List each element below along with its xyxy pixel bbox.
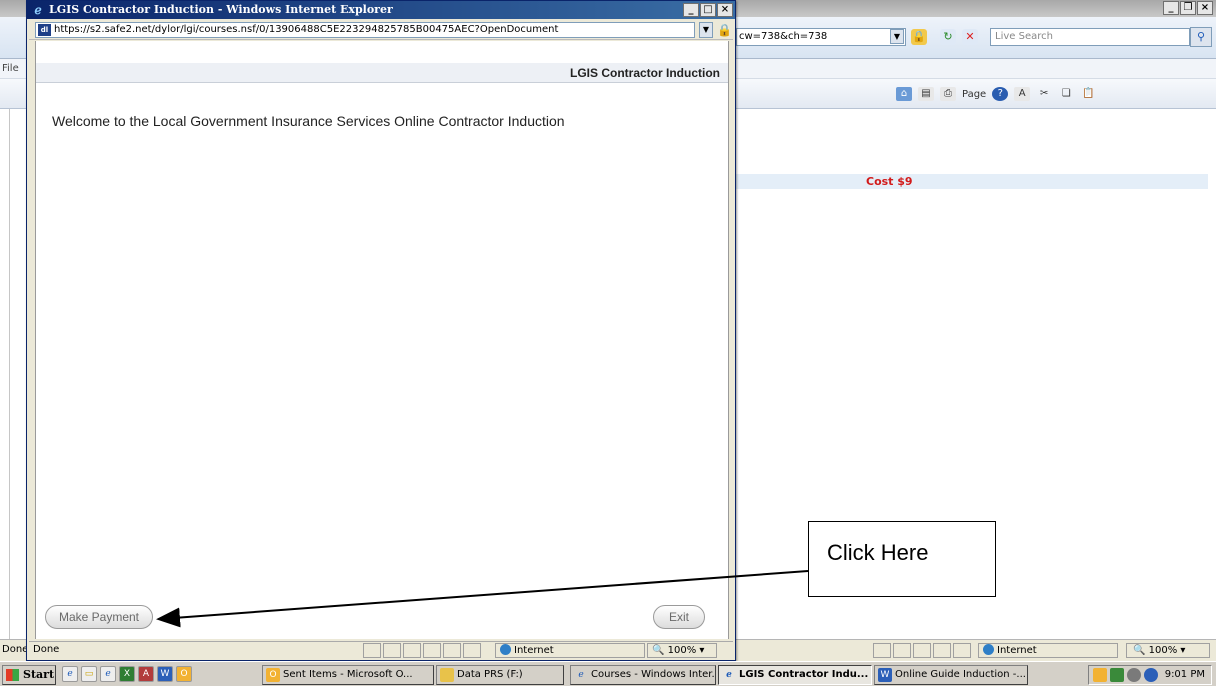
ie-icon: ℯ — [578, 670, 584, 680]
windows-logo-icon — [6, 669, 19, 681]
outlook-icon[interactable]: O — [176, 666, 192, 682]
url-dropdown-icon[interactable]: ▼ — [699, 22, 713, 38]
popup-status-cells — [363, 643, 481, 658]
page-header: LGIS Contractor Induction — [36, 63, 728, 83]
magnifier-icon: 🔍 — [1133, 645, 1146, 656]
lock-icon[interactable]: 🔒 — [911, 29, 927, 45]
taskbar-item[interactable]: ℯ Courses - Windows Inter... — [570, 665, 716, 685]
network-tray-icon[interactable] — [1110, 668, 1124, 682]
command-bar-items: ⌂ ▤ ⎙ Page ? A ✂ ❏ 📋 — [896, 87, 1096, 101]
background-security-zone: Internet — [978, 643, 1118, 658]
popup-url-field[interactable]: dl https://s2.safe2.net/dylor/lgi/course… — [35, 22, 695, 38]
ie-logo-icon: ℯ — [34, 3, 42, 17]
page-header-title: LGIS Contractor Induction — [570, 66, 720, 80]
volume-tray-icon[interactable] — [1127, 668, 1141, 682]
cut-icon[interactable]: ✂ — [1036, 87, 1052, 101]
task-label: Sent Items - Microsoft O... — [283, 669, 413, 680]
clock: 9:01 PM — [1164, 669, 1205, 680]
task-label: Data PRS (F:) — [457, 669, 523, 680]
maximize-icon[interactable]: □ — [700, 3, 716, 17]
copy-icon[interactable]: ❏ — [1058, 87, 1074, 101]
outlook-tray-icon[interactable] — [1093, 668, 1107, 682]
popup-address-bar: dl https://s2.safe2.net/dylor/lgi/course… — [29, 20, 733, 40]
print-icon[interactable]: ⎙ — [940, 87, 956, 101]
ie-icon[interactable]: ℯ — [62, 666, 78, 682]
background-status-cells — [873, 643, 971, 658]
outlook-icon: O — [266, 668, 280, 682]
zone-label: Internet — [997, 645, 1037, 656]
popup-url-text: https://s2.safe2.net/dylor/lgi/courses.n… — [54, 24, 559, 35]
zoom-value: 100% — [667, 645, 697, 656]
taskbar-item-active[interactable]: ℯ LGIS Contractor Indu... — [718, 665, 872, 685]
stop-icon[interactable]: ✕ — [962, 29, 978, 45]
cost-label: Cost $9 — [866, 175, 913, 188]
word-icon[interactable]: W — [157, 666, 173, 682]
minimize-icon[interactable]: _ — [683, 3, 699, 17]
paste-icon[interactable]: 📋 — [1080, 87, 1096, 101]
help-icon[interactable]: ? — [992, 87, 1009, 101]
globe-icon — [983, 644, 994, 655]
quick-launch: ℯ ▭ ℯ X A W O — [62, 666, 192, 682]
taskbar-item[interactable]: O Sent Items - Microsoft O... — [262, 665, 434, 685]
search-icon[interactable]: ⚲ — [1190, 27, 1212, 47]
task-label: Online Guide Induction -... — [895, 669, 1026, 680]
welcome-text: Welcome to the Local Government Insuranc… — [52, 113, 565, 129]
close-icon[interactable]: × — [1197, 1, 1213, 15]
page-menu[interactable]: Page — [962, 89, 986, 100]
folder-icon — [440, 668, 454, 682]
favicon-icon: dl — [38, 24, 51, 36]
folder-icon[interactable]: ▭ — [81, 666, 97, 682]
background-zoom-control[interactable]: 🔍 100% ▾ — [1126, 643, 1210, 658]
taskbar-item[interactable]: W Online Guide Induction -... — [874, 665, 1028, 685]
exit-button[interactable]: Exit — [653, 605, 705, 629]
background-window-controls: _ ❐ × — [1163, 1, 1213, 15]
refresh-icon[interactable]: ↻ — [940, 29, 956, 45]
popup-zoom-control[interactable]: 🔍 100% ▾ — [647, 643, 717, 658]
system-tray: 9:01 PM — [1088, 665, 1212, 685]
tray-icons — [1093, 668, 1158, 682]
page-content: LGIS Contractor Induction Welcome to the… — [35, 41, 729, 639]
browser-icon[interactable]: ℯ — [100, 666, 116, 682]
globe-icon — [500, 644, 511, 655]
security-tray-icon[interactable] — [1144, 668, 1158, 682]
popup-status-bar: Done Internet 🔍 100% ▾ — [29, 641, 733, 660]
background-page-edge — [0, 109, 10, 639]
word-icon: W — [878, 668, 892, 682]
research-icon[interactable]: A — [1014, 87, 1031, 101]
excel-icon[interactable]: X — [119, 666, 135, 682]
magnifier-icon: 🔍 — [652, 645, 665, 656]
callout-text: Click Here — [827, 540, 929, 565]
home-icon[interactable]: ⌂ — [896, 87, 912, 101]
task-label: LGIS Contractor Indu... — [739, 669, 869, 680]
windows-taskbar: Start ℯ ▭ ℯ X A W O O Sent Items - Micro… — [0, 661, 1216, 686]
close-icon[interactable]: × — [717, 3, 733, 17]
popup-titlebar[interactable]: ℯ LGIS Contractor Induction - Windows In… — [27, 1, 735, 19]
start-button[interactable]: Start — [2, 665, 56, 685]
zone-label: Internet — [514, 645, 554, 656]
task-label: Courses - Windows Inter... — [591, 669, 716, 680]
access-icon[interactable]: A — [138, 666, 154, 682]
taskbar-item[interactable]: Data PRS (F:) — [436, 665, 564, 685]
popup-security-zone: Internet — [495, 643, 645, 658]
make-payment-button[interactable]: Make Payment — [45, 605, 153, 629]
feeds-icon[interactable]: ▤ — [918, 87, 934, 101]
restore-icon[interactable]: ❐ — [1180, 1, 1196, 15]
click-here-callout: Click Here — [808, 521, 996, 597]
popup-browser-window: ℯ LGIS Contractor Induction - Windows In… — [26, 0, 736, 661]
background-address-field[interactable]: cw=738&ch=738 — [736, 28, 906, 46]
live-search-input[interactable]: Live Search — [990, 28, 1190, 46]
address-dropdown-icon[interactable]: ▼ — [890, 29, 904, 44]
zoom-value: 100% — [1148, 645, 1178, 656]
minimize-icon[interactable]: _ — [1163, 1, 1179, 15]
ie-icon: ℯ — [726, 670, 732, 680]
popup-window-controls: _ □ × — [683, 3, 733, 17]
popup-title-text: LGIS Contractor Induction - Windows Inte… — [49, 3, 393, 16]
background-status-text: Done — [2, 644, 29, 655]
popup-status-text: Done — [33, 644, 60, 655]
lock-icon[interactable]: 🔒 — [717, 22, 732, 38]
cost-row — [736, 174, 1208, 189]
start-label: Start — [23, 668, 55, 681]
